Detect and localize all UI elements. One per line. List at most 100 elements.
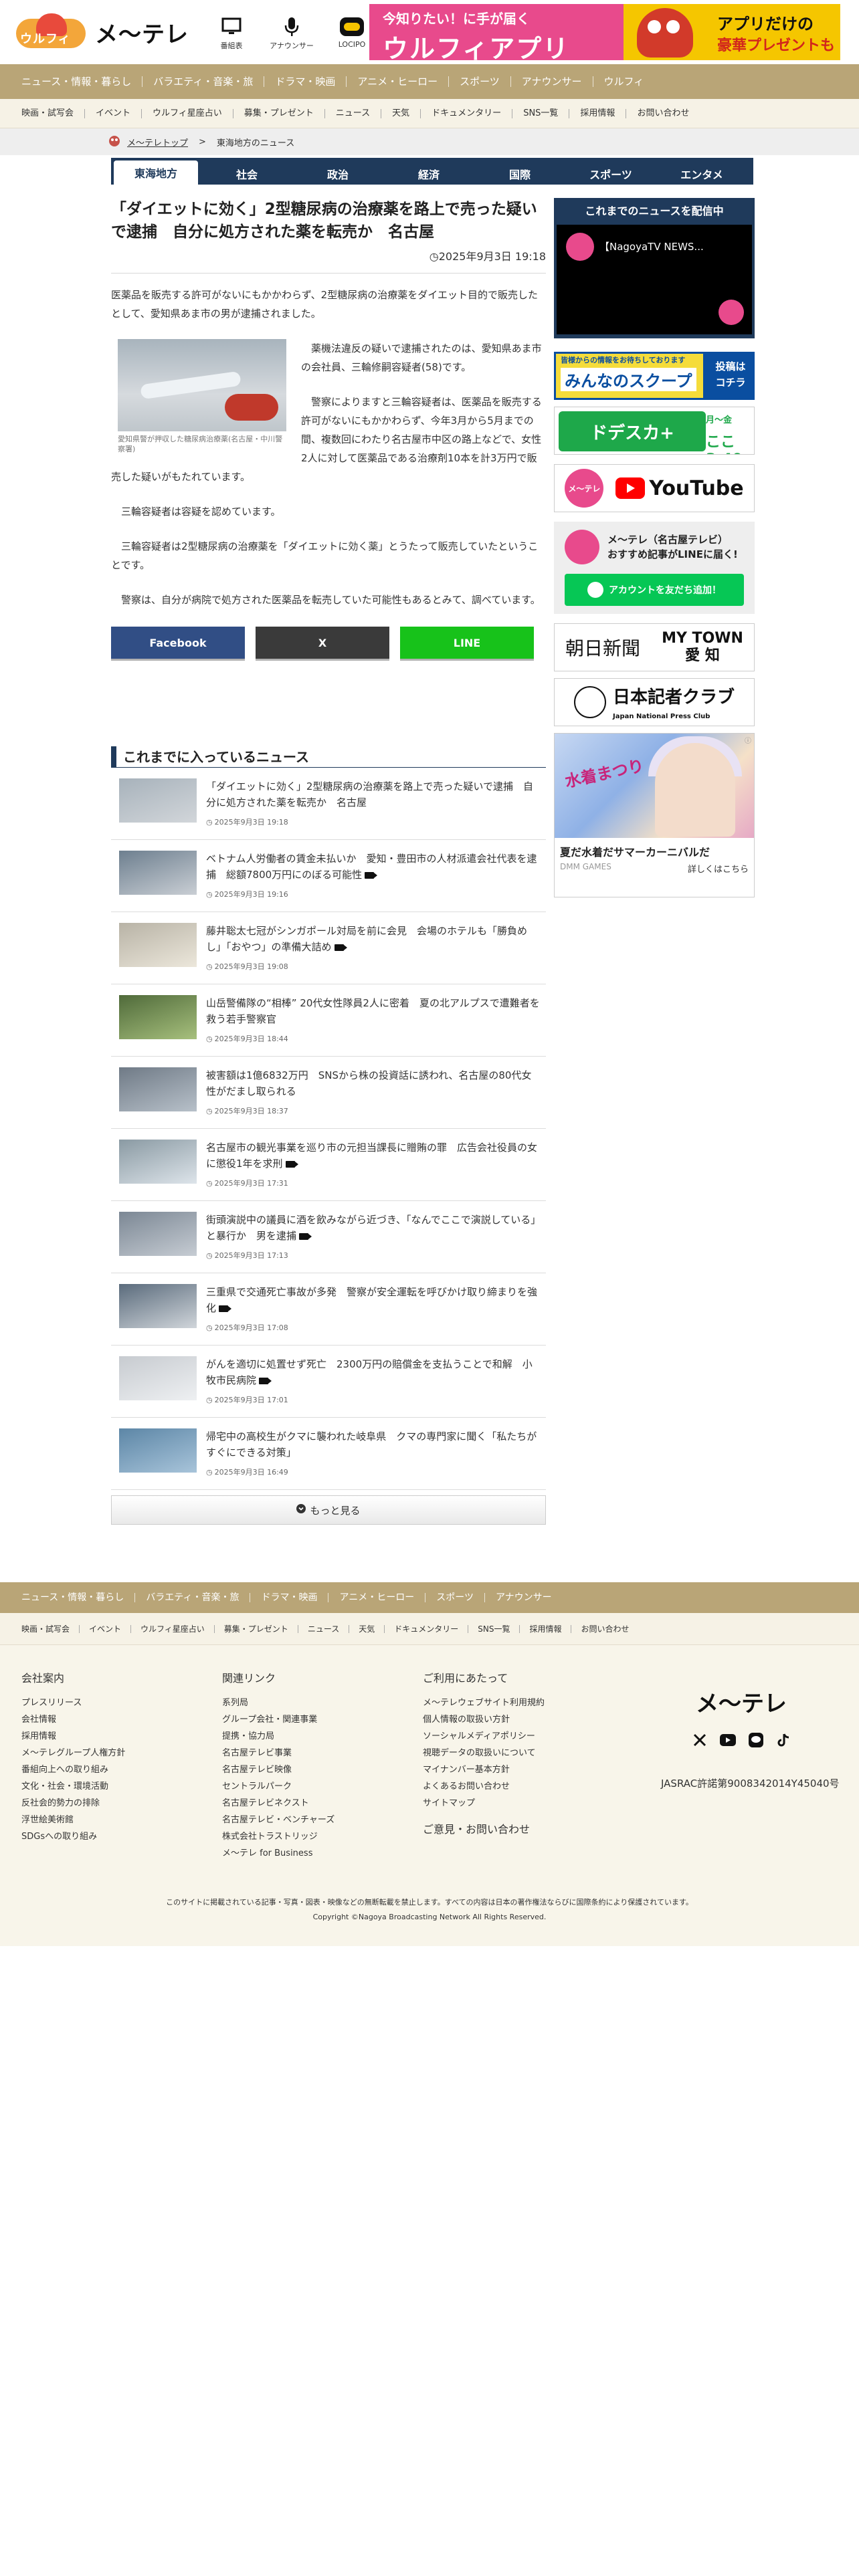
footer-nav-news-info[interactable]: ニュース・情報・暮らし: [21, 1593, 134, 1602]
footer-link[interactable]: 会社情報: [21, 1711, 209, 1728]
footer-nav-movie[interactable]: 映画・試写会: [21, 1625, 79, 1633]
share-facebook-button[interactable]: Facebook: [111, 627, 245, 659]
nav-event[interactable]: イベント: [84, 108, 141, 118]
footer-nav-sns[interactable]: SNS一覧: [468, 1624, 519, 1633]
footer-nav-news[interactable]: ニュース: [297, 1624, 349, 1633]
game-advertisement[interactable]: 水着まつり ⓘ 夏だ水着だサマーカーニバルだ DMM GAMES 詳しくはこちら: [554, 733, 755, 897]
news-list-item[interactable]: 三重県で交通死亡事故が多発 警察が安全運転を呼びかけ取り締まりを強化 ◷ 2025年…: [111, 1273, 546, 1346]
footer-nav-recruit[interactable]: 採用情報: [519, 1624, 571, 1633]
footer-link[interactable]: 反社会的勢力の排除: [21, 1795, 209, 1812]
nav-weather[interactable]: 天気: [381, 108, 420, 118]
nav-present[interactable]: 募集・プレゼント: [232, 108, 324, 118]
press-club-banner[interactable]: 日本記者クラブ Japan National Press Club: [554, 678, 755, 726]
nav-horoscope[interactable]: ウルフィ星座占い: [141, 108, 233, 118]
footer-nav-weather[interactable]: 天気: [349, 1624, 384, 1633]
footer-nav-variety[interactable]: バラエティ・音楽・旅: [134, 1593, 250, 1602]
footer-link[interactable]: 名古屋テレビ・ベンチャーズ: [222, 1812, 409, 1828]
footer-link[interactable]: メ～テレグループ人権方針: [21, 1745, 209, 1761]
tiktok-icon[interactable]: [776, 1732, 792, 1748]
news-list-item[interactable]: 帰宅中の高校生がクマに襲われた岐阜県 クマの専門家に聞く「私たちがすぐにできる対…: [111, 1418, 546, 1490]
footer-link[interactable]: 文化・社会・環境活動: [21, 1778, 209, 1795]
news-list-item[interactable]: ベトナム人労働者の賃金未払いか 愛知・豊田市の人材派遣会社代表を逮捕 総額780…: [111, 840, 546, 912]
nav-anime[interactable]: アニメ・ヒーロー: [346, 76, 448, 87]
announcer-link[interactable]: アナウンサー: [269, 13, 314, 51]
line-icon[interactable]: [748, 1732, 764, 1748]
news-list-item[interactable]: がんを適切に処置せず死亡 2300万円の賠償金を支払うことで和解 小牧市民病院 ◷…: [111, 1346, 546, 1418]
asahi-mytown-banner[interactable]: 朝日新聞 MY TOWN 愛 知: [554, 623, 755, 671]
footer-nav-contact[interactable]: お問い合わせ: [571, 1624, 638, 1633]
line-add-friend-button[interactable]: アカウントを友だち追加！: [565, 574, 744, 606]
share-x-button[interactable]: X: [256, 627, 389, 659]
footer-contact-link[interactable]: ご意見・お問い合わせ: [423, 1821, 610, 1838]
tab-society[interactable]: 社会: [205, 163, 289, 185]
footer-link[interactable]: メ～テレ for Business: [222, 1845, 409, 1862]
footer-link[interactable]: SDGsへの取り組み: [21, 1828, 209, 1845]
nav-sports[interactable]: スポーツ: [448, 76, 510, 87]
footer-link[interactable]: 浮世絵美術館: [21, 1812, 209, 1828]
youtube-icon[interactable]: [720, 1732, 736, 1748]
nav-drama[interactable]: ドラマ・映画: [264, 76, 346, 87]
live-stream-player[interactable]: 【NagoyaTV NEWS...: [557, 225, 752, 334]
news-list-item[interactable]: 街頭演説中の議員に酒を飲みながら近づき、「なんでここで演説している」と暴行か 男…: [111, 1201, 546, 1273]
program-guide-link[interactable]: 番組表: [209, 13, 254, 51]
ad-more-link[interactable]: 詳しくはこちら: [688, 862, 749, 875]
footer-link[interactable]: メ～テレウェブサイト利用規約: [423, 1695, 610, 1711]
news-list-item[interactable]: 「ダイエットに効く」2型糖尿病の治療薬を路上で売った疑いで逮捕 自分に処方された…: [111, 768, 546, 840]
news-list-item[interactable]: 山岳警備隊の“相棒” 20代女性隊員2人に密着 夏の北アルプスで遭難者を救う若手…: [111, 984, 546, 1057]
tab-tokai[interactable]: 東海地方: [114, 160, 198, 185]
x-icon[interactable]: [692, 1732, 708, 1748]
footer-link[interactable]: プレスリリース: [21, 1695, 209, 1711]
share-line-button[interactable]: LINE: [400, 627, 534, 659]
nav-news-info[interactable]: ニュース・情報・暮らし: [21, 76, 142, 87]
nav-variety[interactable]: バラエティ・音楽・旅: [142, 76, 264, 87]
news-list-item[interactable]: 藤井聡太七冠がシンガポール対局を前に会見 会場のホテルも「勝負めし」「おやつ」の…: [111, 912, 546, 984]
footer-link[interactable]: 個人情報の取扱い方針: [423, 1711, 610, 1728]
footer-nav-present[interactable]: 募集・プレゼント: [213, 1624, 298, 1633]
dodesuka-banner[interactable]: ドデスカ+ 月～金 ここ3:40～: [554, 407, 755, 455]
footer-link[interactable]: 視聴データの取扱いについて: [423, 1745, 610, 1761]
footer-nav-sports[interactable]: スポーツ: [425, 1593, 484, 1602]
nav-sns[interactable]: SNS一覧: [512, 108, 569, 118]
footer-link[interactable]: 名古屋テレビ事業: [222, 1745, 409, 1761]
footer-link[interactable]: グループ会社・関連事業: [222, 1711, 409, 1728]
footer-link[interactable]: 採用情報: [21, 1728, 209, 1745]
footer-link[interactable]: ソーシャルメディアポリシー: [423, 1728, 610, 1745]
locipo-link[interactable]: LOCIPO: [329, 13, 375, 51]
footer-link[interactable]: マイナンバー基本方針: [423, 1761, 610, 1778]
footer-nav-drama[interactable]: ドラマ・映画: [250, 1593, 328, 1602]
news-list-item[interactable]: 被害額は1億6832万円 SNSから株の投資話に誘われ、名古屋の80代女性がだま…: [111, 1057, 546, 1129]
nav-documentary[interactable]: ドキュメンタリー: [420, 108, 512, 118]
news-list-item[interactable]: 名古屋市の観光事業を巡り市の元担当課長に贈賄の罪 広告会社役員の女に懲役1年を求…: [111, 1129, 546, 1201]
nav-wolfy[interactable]: ウルフィ: [592, 76, 655, 87]
youtube-banner[interactable]: メ～テレ YouTube: [554, 464, 755, 512]
minna-no-scoop-banner[interactable]: 皆様からの情報をお待ちしております みんなのスクープ 投稿は コチラ: [554, 352, 755, 400]
nav-news[interactable]: ニュース: [324, 108, 381, 118]
footer-link[interactable]: 番組向上への取り組み: [21, 1761, 209, 1778]
nav-recruit[interactable]: 採用情報: [569, 108, 626, 118]
tab-politics[interactable]: 政治: [296, 163, 380, 185]
footer-nav-horoscope[interactable]: ウルフィ星座占い: [130, 1624, 214, 1633]
footer-link[interactable]: 系列局: [222, 1695, 409, 1711]
site-logo[interactable]: ウルフィ メ～テレ: [16, 13, 189, 51]
footer-nav-anime[interactable]: アニメ・ヒーロー: [328, 1593, 425, 1602]
tab-international[interactable]: 国際: [478, 163, 562, 185]
tab-entertainment[interactable]: エンタメ: [660, 163, 744, 185]
tab-economy[interactable]: 経済: [387, 163, 471, 185]
wolfy-app-banner[interactable]: 今知りたい！に手が届く ウルフィアプリ アプリだけの 豪華プレゼントも: [369, 4, 840, 60]
breadcrumb-home[interactable]: メ～テレトップ: [107, 134, 188, 150]
footer-nav-announcer[interactable]: アナウンサー: [484, 1593, 563, 1602]
more-news-button[interactable]: もっと見る: [111, 1495, 546, 1525]
footer-link[interactable]: よくあるお問い合わせ: [423, 1778, 610, 1795]
footer-link[interactable]: サイトマップ: [423, 1795, 610, 1812]
nav-announcer[interactable]: アナウンサー: [510, 76, 593, 87]
tab-sports[interactable]: スポーツ: [569, 163, 653, 185]
article-photo[interactable]: 愛知県警が押収した糖尿病治療薬(名古屋・中川警察署): [118, 339, 286, 454]
footer-nav-event[interactable]: イベント: [79, 1624, 130, 1633]
footer-link[interactable]: 名古屋テレビ映像: [222, 1761, 409, 1778]
footer-link[interactable]: 提携・協力局: [222, 1728, 409, 1745]
nav-contact[interactable]: お問い合わせ: [626, 108, 700, 118]
footer-link[interactable]: 名古屋テレビネクスト: [222, 1795, 409, 1812]
footer-link[interactable]: セントラルパーク: [222, 1778, 409, 1795]
footer-link[interactable]: 株式会社トラストリッジ: [222, 1828, 409, 1845]
footer-nav-documentary[interactable]: ドキュメンタリー: [384, 1624, 468, 1633]
